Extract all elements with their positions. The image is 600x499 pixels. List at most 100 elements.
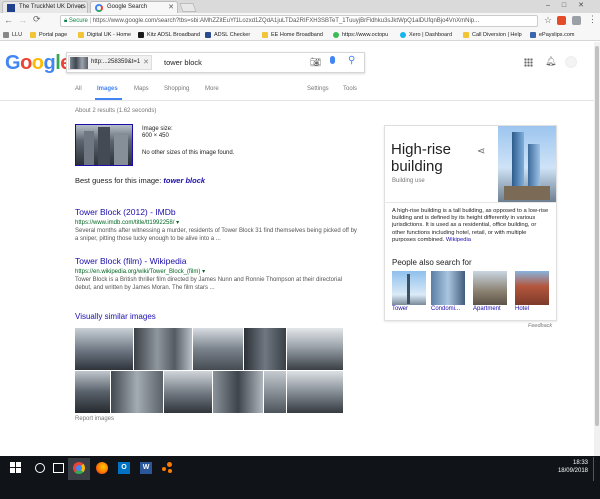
- extension-icon[interactable]: [572, 16, 581, 25]
- bookmark-xero[interactable]: Xero | Dashboard: [400, 30, 452, 40]
- google-favicon-icon: [95, 4, 103, 12]
- windows-taskbar: [0, 456, 600, 499]
- result-title-wikipedia[interactable]: Tower Block (film) - Wikipedia: [75, 256, 186, 266]
- notifications-bell-icon[interactable]: 🔔︎: [545, 56, 556, 67]
- word-icon[interactable]: W: [140, 462, 152, 474]
- wikipedia-link[interactable]: Wikipedia: [446, 237, 471, 243]
- report-images-link[interactable]: Report images: [75, 416, 114, 422]
- forward-arrow-icon[interactable]: →: [18, 15, 27, 25]
- best-guess-link[interactable]: tower block: [163, 176, 205, 185]
- knowledge-title: High-rise building: [391, 141, 452, 175]
- tab-more[interactable]: More: [205, 86, 219, 92]
- scrollbar-thumb[interactable]: [595, 46, 599, 426]
- task-view-icon[interactable]: [53, 463, 64, 473]
- related-label-hotel[interactable]: Hotel: [515, 306, 529, 312]
- close-tab-icon[interactable]: ✕: [168, 2, 174, 13]
- similar-image[interactable]: [75, 328, 133, 370]
- avatar[interactable]: [565, 56, 577, 68]
- people-also-search-heading: People also search for: [392, 258, 472, 267]
- address-bar[interactable]: 🔒︎ Secure | https://www.google.com/searc…: [60, 15, 538, 27]
- share-icon[interactable]: ⋖: [477, 146, 485, 157]
- search-icon[interactable]: ⚲: [348, 55, 355, 66]
- related-label-condominium[interactable]: Condomi...: [431, 306, 460, 312]
- query-image-thumbnail: [70, 57, 88, 69]
- window-controls[interactable]: –□✕: [520, 1, 600, 11]
- app-icon[interactable]: [162, 462, 174, 474]
- bookmark-ee[interactable]: EE Home Broadband: [262, 30, 323, 40]
- chrome-icon[interactable]: [73, 462, 85, 474]
- similar-image[interactable]: [287, 328, 343, 370]
- search-image-chip[interactable]: http:...258359&t=1 ✕: [68, 55, 152, 70]
- similar-image[interactable]: [264, 371, 286, 413]
- similar-image[interactable]: [287, 371, 343, 413]
- result-title-imdb[interactable]: Tower Block (2012) - IMDb: [75, 207, 176, 217]
- bookmark-llu[interactable]: LLU: [3, 30, 22, 40]
- menu-icon[interactable]: ⋮: [588, 14, 597, 25]
- microphone-icon[interactable]: [330, 56, 335, 64]
- tab-trucknet[interactable]: The TruckNet UK Drivers ✕: [2, 1, 88, 13]
- tab-settings[interactable]: Settings: [307, 86, 329, 92]
- tab-images[interactable]: Images: [97, 86, 118, 92]
- similar-image[interactable]: [213, 371, 263, 413]
- outlook-icon[interactable]: O: [118, 462, 130, 474]
- trucknet-favicon-icon: [7, 4, 15, 12]
- related-label-apartment[interactable]: Apartment: [473, 306, 501, 312]
- similar-image[interactable]: [75, 371, 110, 413]
- similar-image[interactable]: [244, 328, 286, 370]
- divider: [384, 202, 557, 203]
- similar-image[interactable]: [111, 371, 163, 413]
- similar-images-heading[interactable]: Visually similar images: [75, 312, 156, 321]
- system-clock[interactable]: 18:33 18/09/2018: [540, 459, 588, 475]
- bookmark-portal[interactable]: Portal page: [30, 30, 67, 40]
- related-image-hotel[interactable]: [515, 271, 549, 305]
- cortana-search-icon[interactable]: [35, 463, 45, 473]
- tab-maps[interactable]: Maps: [134, 86, 149, 92]
- tab-all[interactable]: All: [75, 86, 82, 92]
- related-image-tower[interactable]: [392, 271, 426, 305]
- back-arrow-icon[interactable]: ←: [4, 15, 13, 25]
- similar-image[interactable]: [134, 328, 192, 370]
- lock-icon: 🔒︎: [64, 18, 68, 24]
- bookmark-epayslips[interactable]: ePayslips.com: [530, 30, 574, 40]
- close-tab-icon[interactable]: ✕: [78, 2, 84, 13]
- camera-icon[interactable]: 📷︎: [310, 57, 321, 68]
- similar-image[interactable]: [164, 371, 212, 413]
- best-guess: Best guess for this image: tower block: [75, 176, 206, 185]
- related-image-condominium[interactable]: [431, 271, 465, 305]
- show-desktop-button[interactable]: [593, 457, 594, 481]
- windows-start-icon[interactable]: [10, 462, 22, 474]
- tab-shopping[interactable]: Shopping: [164, 86, 189, 92]
- image-size-info: Image size: 600 × 450: [142, 126, 173, 139]
- apps-grid-icon[interactable]: [524, 58, 533, 67]
- extension-icon[interactable]: [557, 16, 566, 25]
- new-tab-button[interactable]: [179, 3, 197, 12]
- similar-image[interactable]: [193, 328, 243, 370]
- tab-google-search[interactable]: Google Search ✕: [90, 1, 178, 13]
- remove-image-icon[interactable]: ✕: [143, 58, 149, 66]
- query-image[interactable]: [75, 124, 133, 166]
- url-text: https://www.google.com/search?tbs=sbi:AM…: [92, 18, 480, 24]
- result-snippet: Several months after witnessing a murder…: [75, 228, 357, 242]
- result-stats: About 2 results (1.62 seconds): [75, 108, 157, 114]
- page-scrollbar[interactable]: [594, 42, 600, 456]
- bookmark-digital-uk[interactable]: Digital UK - Home: [78, 30, 131, 40]
- knowledge-description: A high-rise building is a tall building,…: [392, 208, 549, 243]
- result-url: https://en.wikipedia.org/wiki/Tower_Bloc…: [75, 269, 206, 275]
- result-snippet: Tower Block is a British thriller film d…: [75, 277, 343, 291]
- firefox-icon[interactable]: [96, 462, 108, 474]
- related-label-tower[interactable]: Tower: [392, 306, 408, 312]
- bookmark-adsl-checker[interactable]: ADSL Checker: [205, 30, 250, 40]
- bookmark-star-icon[interactable]: ☆: [544, 15, 552, 26]
- similar-images-grid: [75, 328, 343, 413]
- google-logo[interactable]: Google: [5, 52, 71, 75]
- active-tab-underline: [95, 98, 122, 100]
- tab-tools[interactable]: Tools: [343, 86, 357, 92]
- knowledge-image[interactable]: [498, 126, 556, 202]
- related-image-apartment[interactable]: [473, 271, 507, 305]
- bookmark-octopus[interactable]: https://www.octopu: [333, 30, 388, 40]
- reload-icon[interactable]: ⟳: [33, 14, 41, 25]
- bookmark-call-diversion[interactable]: Call Diversion | Help: [463, 30, 522, 40]
- search-query-text[interactable]: tower block: [164, 58, 202, 67]
- feedback-link[interactable]: Feedback: [528, 323, 552, 329]
- bookmark-kitz[interactable]: Kitz ADSL Broadband: [138, 30, 200, 40]
